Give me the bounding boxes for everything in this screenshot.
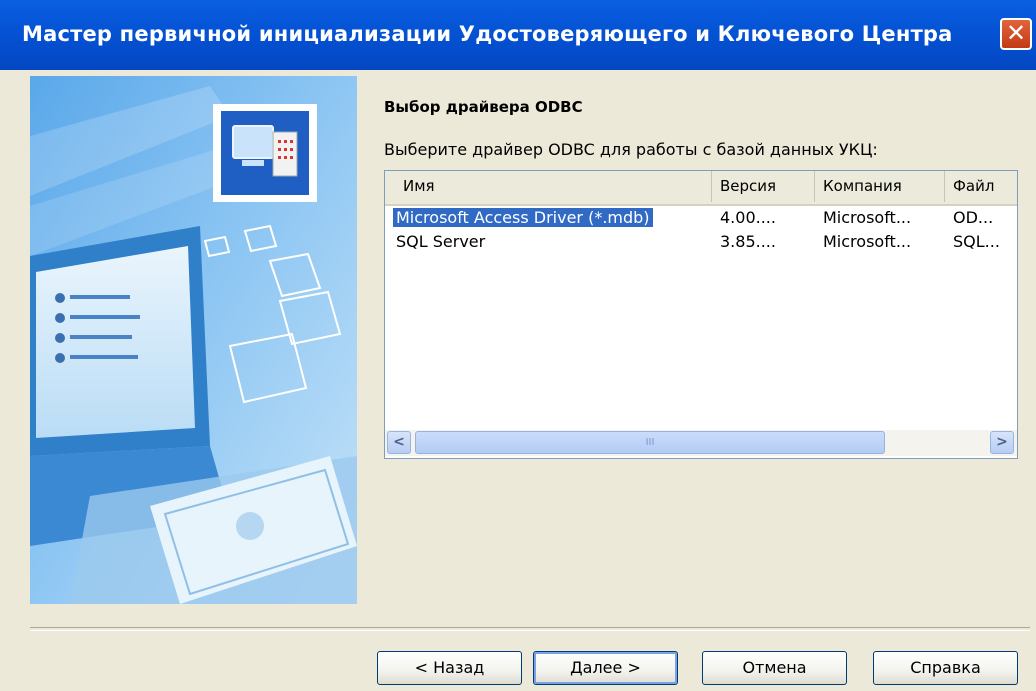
column-header-version[interactable]: Версия — [712, 171, 815, 202]
list-item[interactable]: Microsoft Access Driver (*.mdb) 4.00....… — [385, 206, 1017, 230]
scroll-left-arrow-icon[interactable]: < — [387, 431, 411, 454]
horizontal-scrollbar[interactable]: < III > — [385, 430, 1017, 456]
driver-company: Microsoft... — [823, 232, 912, 251]
driver-list[interactable]: Имя Версия Компания Файл Microsoft Acces… — [384, 170, 1018, 459]
page-heading: Выбор драйвера ODBC — [384, 98, 583, 116]
scroll-right-arrow-icon[interactable]: > — [990, 431, 1014, 454]
next-button[interactable]: Далее > — [533, 651, 678, 685]
driver-name: SQL Server — [396, 232, 486, 251]
driver-file: OD... — [953, 208, 994, 227]
list-item[interactable]: SQL Server 3.85.... Microsoft... SQL... — [385, 230, 1017, 254]
driver-company: Microsoft... — [823, 208, 912, 227]
scrollbar-thumb[interactable]: III — [415, 431, 885, 454]
wizard-side-image — [30, 76, 357, 604]
column-header-company[interactable]: Компания — [815, 171, 945, 202]
back-button[interactable]: < Назад — [377, 651, 522, 685]
driver-name: Microsoft Access Driver (*.mdb) — [393, 208, 653, 227]
title-bar: Мастер первичной инициализации Удостовер… — [0, 0, 1036, 70]
wizard-illustration — [30, 76, 357, 604]
column-header-file[interactable]: Файл — [945, 171, 1017, 202]
driver-version: 3.85.... — [720, 232, 776, 251]
help-button[interactable]: Справка — [873, 651, 1018, 685]
button-divider — [30, 627, 1030, 631]
list-header: Имя Версия Компания Файл — [385, 171, 1017, 206]
driver-file: SQL... — [953, 232, 1000, 251]
close-button[interactable]: ✕ — [1000, 18, 1032, 50]
instruction-text: Выберите драйвер ODBC для работы с базой… — [384, 140, 878, 159]
driver-version: 4.00.... — [720, 208, 776, 227]
cancel-button[interactable]: Отмена — [702, 651, 847, 685]
column-header-name[interactable]: Имя — [385, 171, 712, 202]
window-title: Мастер первичной инициализации Удостовер… — [22, 22, 953, 46]
